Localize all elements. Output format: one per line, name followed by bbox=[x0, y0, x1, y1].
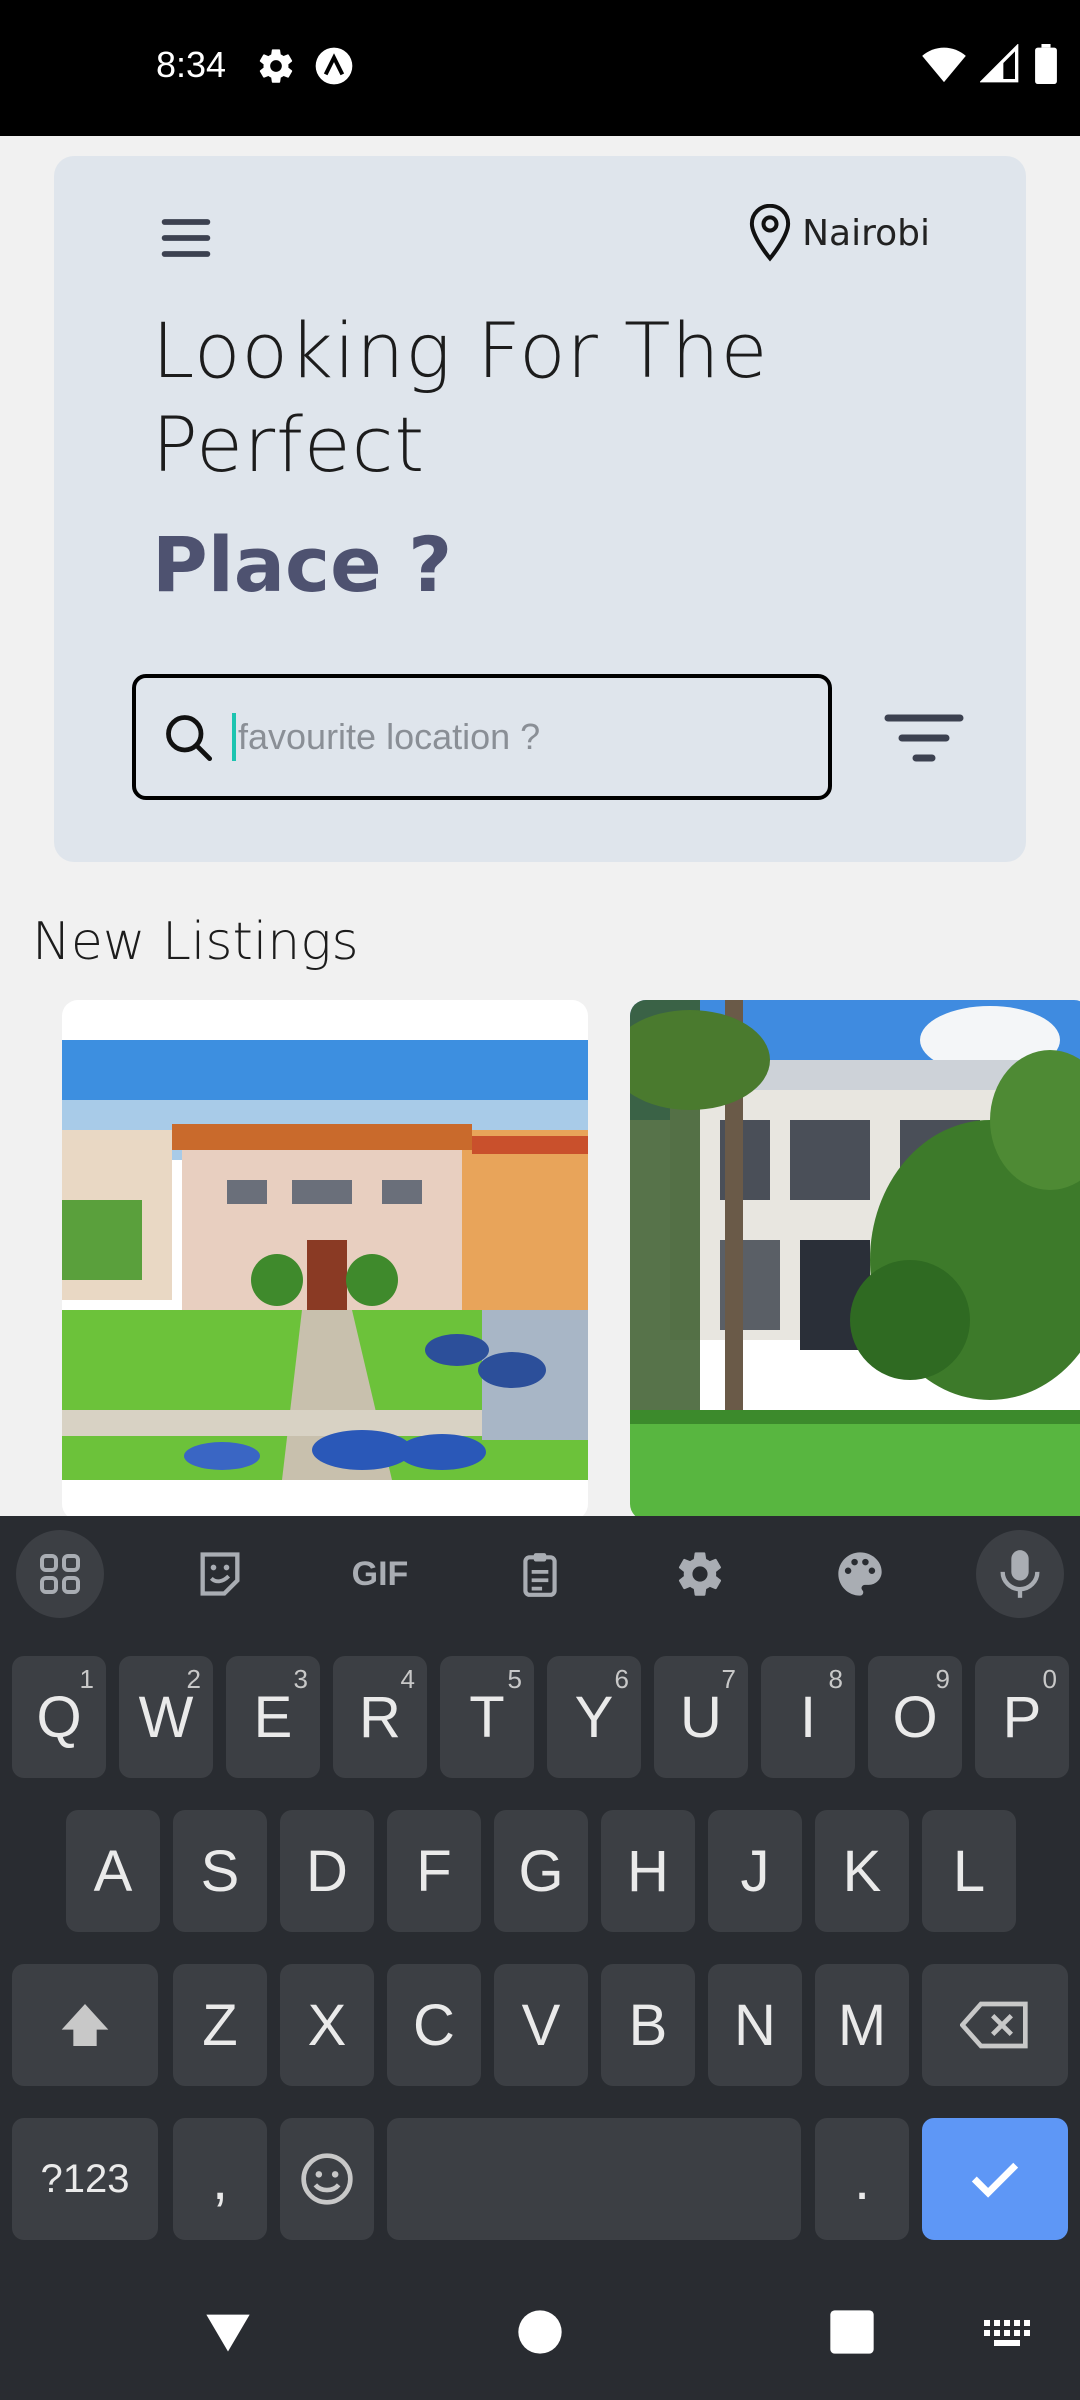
key-r[interactable]: R4 bbox=[333, 1656, 427, 1778]
enter-key[interactable] bbox=[922, 2118, 1068, 2240]
key-c[interactable]: C bbox=[387, 1964, 481, 2086]
key-k[interactable]: K bbox=[815, 1810, 909, 1932]
mic-icon[interactable] bbox=[976, 1530, 1064, 1618]
space-key[interactable] bbox=[387, 2118, 801, 2240]
key-j[interactable]: J bbox=[708, 1810, 802, 1932]
hero-title-emphasis: Place ? bbox=[152, 520, 453, 609]
hero-card: Nairobi Looking For The Perfect Place ? bbox=[54, 156, 1026, 862]
status-bar: 8:34 bbox=[0, 0, 1080, 136]
recents-icon[interactable] bbox=[826, 2306, 878, 2358]
back-icon[interactable] bbox=[202, 2306, 254, 2358]
battery-icon bbox=[1035, 44, 1057, 84]
map-pin-icon bbox=[749, 204, 791, 262]
key-v[interactable]: V bbox=[494, 1964, 588, 2086]
section-title-new-listings: New Listings bbox=[32, 912, 359, 972]
a-circle-icon bbox=[315, 47, 353, 85]
settings-icon[interactable] bbox=[656, 1530, 744, 1618]
clipboard-icon[interactable] bbox=[496, 1530, 584, 1618]
gear-icon bbox=[259, 49, 293, 83]
sticker-icon[interactable] bbox=[176, 1530, 264, 1618]
text-cursor bbox=[232, 713, 236, 761]
signal-icon bbox=[980, 44, 1019, 83]
key-l[interactable]: L bbox=[922, 1810, 1016, 1932]
emoji-icon bbox=[301, 2153, 353, 2205]
key-i[interactable]: I8 bbox=[761, 1656, 855, 1778]
backspace-icon bbox=[960, 2001, 1028, 2049]
search-icon bbox=[166, 715, 213, 762]
location-label: Nairobi bbox=[802, 212, 930, 254]
shift-key[interactable] bbox=[12, 1964, 158, 2086]
location-selector[interactable]: Nairobi bbox=[748, 204, 930, 262]
menu-icon[interactable] bbox=[154, 206, 218, 270]
keyboard-switch-icon[interactable] bbox=[984, 2320, 1032, 2348]
key-a[interactable]: A bbox=[66, 1810, 160, 1932]
key-b[interactable]: B bbox=[601, 1964, 695, 2086]
backspace-key[interactable] bbox=[922, 1964, 1068, 2086]
period-key[interactable]: . bbox=[815, 2118, 909, 2240]
search-input[interactable] bbox=[238, 716, 798, 758]
navigation-bar bbox=[0, 2276, 1080, 2400]
palette-icon[interactable] bbox=[816, 1530, 904, 1618]
key-h[interactable]: H bbox=[601, 1810, 695, 1932]
emoji-key[interactable] bbox=[280, 2118, 374, 2240]
key-t[interactable]: T5 bbox=[440, 1656, 534, 1778]
key-z[interactable]: Z bbox=[173, 1964, 267, 2086]
apps-grid-icon[interactable] bbox=[16, 1530, 104, 1618]
status-right-icons bbox=[922, 44, 1058, 84]
key-x[interactable]: X bbox=[280, 1964, 374, 2086]
check-icon bbox=[971, 2162, 1019, 2198]
key-q[interactable]: Q1 bbox=[12, 1656, 106, 1778]
listing-photo bbox=[630, 1000, 1080, 1520]
key-e[interactable]: E3 bbox=[226, 1656, 320, 1778]
key-n[interactable]: N bbox=[708, 1964, 802, 2086]
wifi-icon bbox=[922, 47, 966, 83]
home-icon[interactable] bbox=[514, 2306, 566, 2358]
search-box[interactable] bbox=[132, 674, 832, 800]
key-u[interactable]: U7 bbox=[654, 1656, 748, 1778]
keyboard-toolbar: GIF bbox=[0, 1516, 1080, 1628]
status-time: 8:34 bbox=[156, 44, 227, 85]
key-m[interactable]: M bbox=[815, 1964, 909, 2086]
filter-icon[interactable] bbox=[884, 710, 964, 766]
key-f[interactable]: F bbox=[387, 1810, 481, 1932]
key-o[interactable]: O9 bbox=[868, 1656, 962, 1778]
symbols-key[interactable]: ?123 bbox=[12, 2118, 158, 2240]
shift-icon bbox=[61, 2004, 109, 2046]
comma-key[interactable]: , bbox=[173, 2118, 267, 2240]
listing-card[interactable] bbox=[62, 1000, 588, 1520]
listing-card[interactable] bbox=[630, 1000, 1080, 1520]
key-d[interactable]: D bbox=[280, 1810, 374, 1932]
key-p[interactable]: P0 bbox=[975, 1656, 1069, 1778]
on-screen-keyboard: GIF Q1 W2 E3 R4 T5 Y6 U7 I8 O9 P0 A S D … bbox=[0, 1516, 1080, 2400]
listing-photo bbox=[62, 1040, 588, 1480]
key-s[interactable]: S bbox=[173, 1810, 267, 1932]
gif-button[interactable]: GIF bbox=[336, 1530, 424, 1618]
key-w[interactable]: W2 bbox=[119, 1656, 213, 1778]
key-g[interactable]: G bbox=[494, 1810, 588, 1932]
hero-title: Looking For The Perfect bbox=[152, 306, 769, 489]
key-y[interactable]: Y6 bbox=[547, 1656, 641, 1778]
